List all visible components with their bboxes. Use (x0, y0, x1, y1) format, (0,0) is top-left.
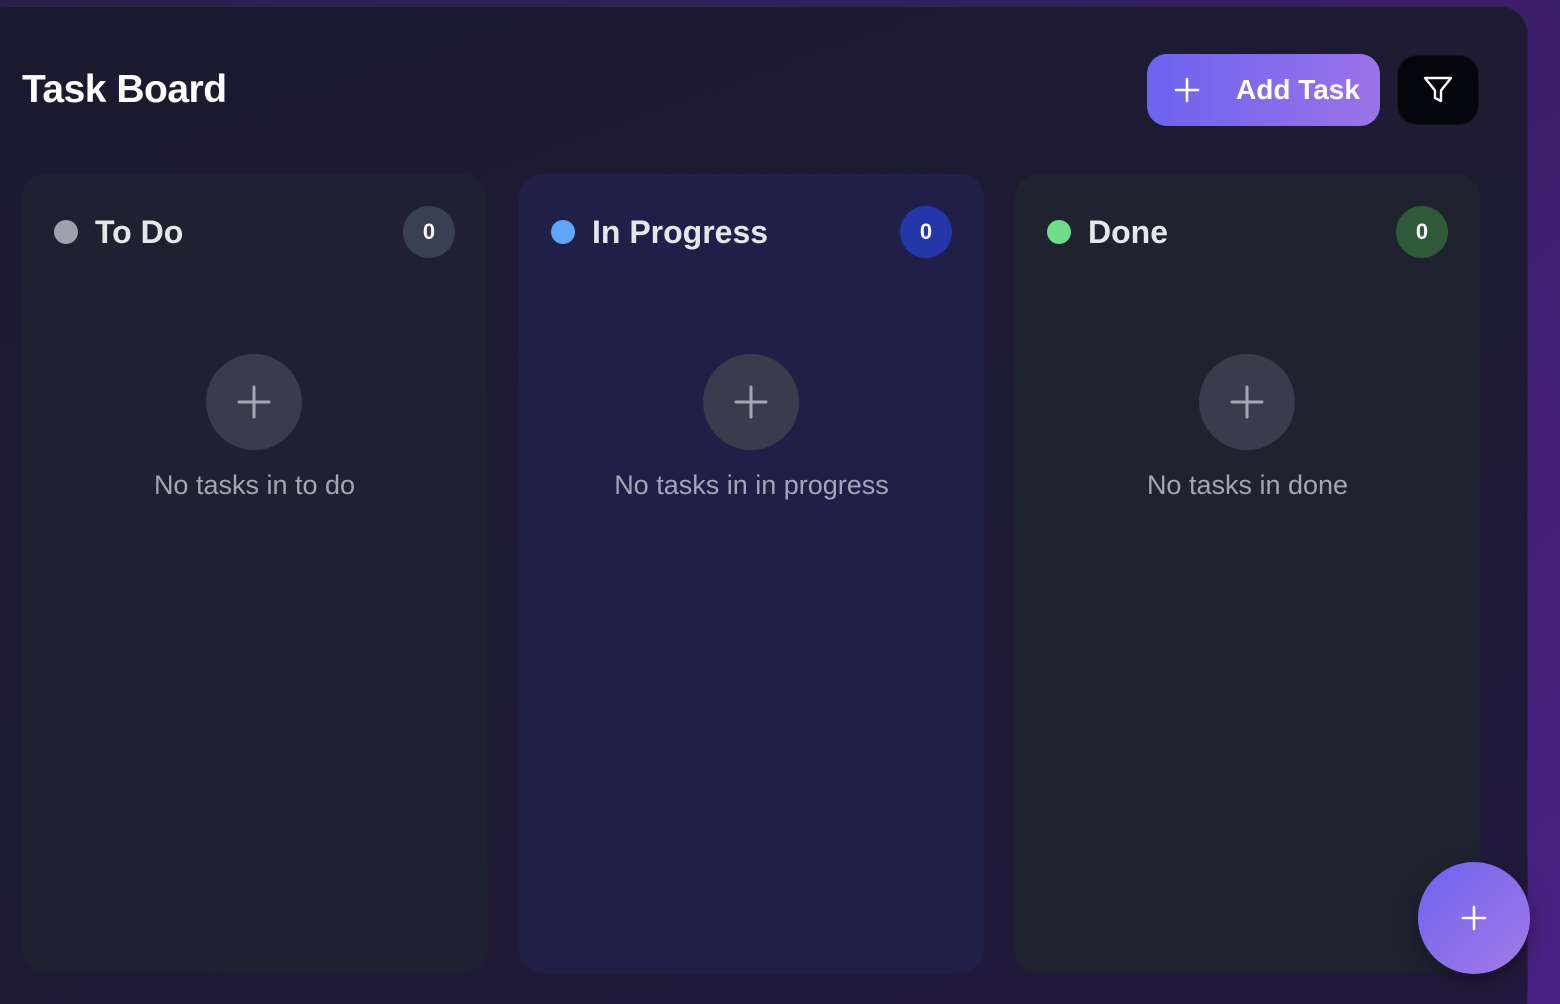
filter-button[interactable] (1397, 55, 1479, 125)
add-task-button[interactable]: Add Task (1147, 54, 1380, 126)
plus-icon (1461, 905, 1487, 931)
floating-add-button[interactable] (1418, 862, 1530, 974)
add-task-to-column-button[interactable] (206, 354, 302, 450)
page-title: Task Board (22, 68, 227, 111)
count-badge: 0 (1396, 206, 1448, 258)
column-title: To Do (95, 214, 184, 250)
filter-icon (1423, 76, 1453, 103)
status-dot (551, 220, 575, 244)
add-task-label: Add Task (1236, 74, 1360, 105)
empty-state-text: No tasks in to do (153, 470, 356, 500)
column-in-progress: In Progress 0 No tasks in in progress (519, 174, 984, 973)
column-done: Done 0 No tasks in done (1015, 174, 1480, 973)
empty-state-text: No tasks in in progress (614, 470, 889, 500)
count-badge: 0 (900, 206, 952, 258)
plus-icon (1230, 385, 1264, 419)
plus-icon (1174, 77, 1200, 103)
column-title: Done (1088, 214, 1168, 250)
plus-icon (734, 385, 768, 419)
add-task-to-column-button[interactable] (703, 354, 799, 450)
status-dot (1047, 220, 1071, 244)
plus-icon (237, 385, 271, 419)
column-title: In Progress (592, 214, 769, 250)
column-todo: To Do 0 No tasks in to do (22, 174, 487, 973)
count-badge: 0 (403, 206, 455, 258)
add-task-to-column-button[interactable] (1199, 354, 1295, 450)
empty-state-text: No tasks in done (1146, 470, 1349, 500)
status-dot (54, 220, 78, 244)
